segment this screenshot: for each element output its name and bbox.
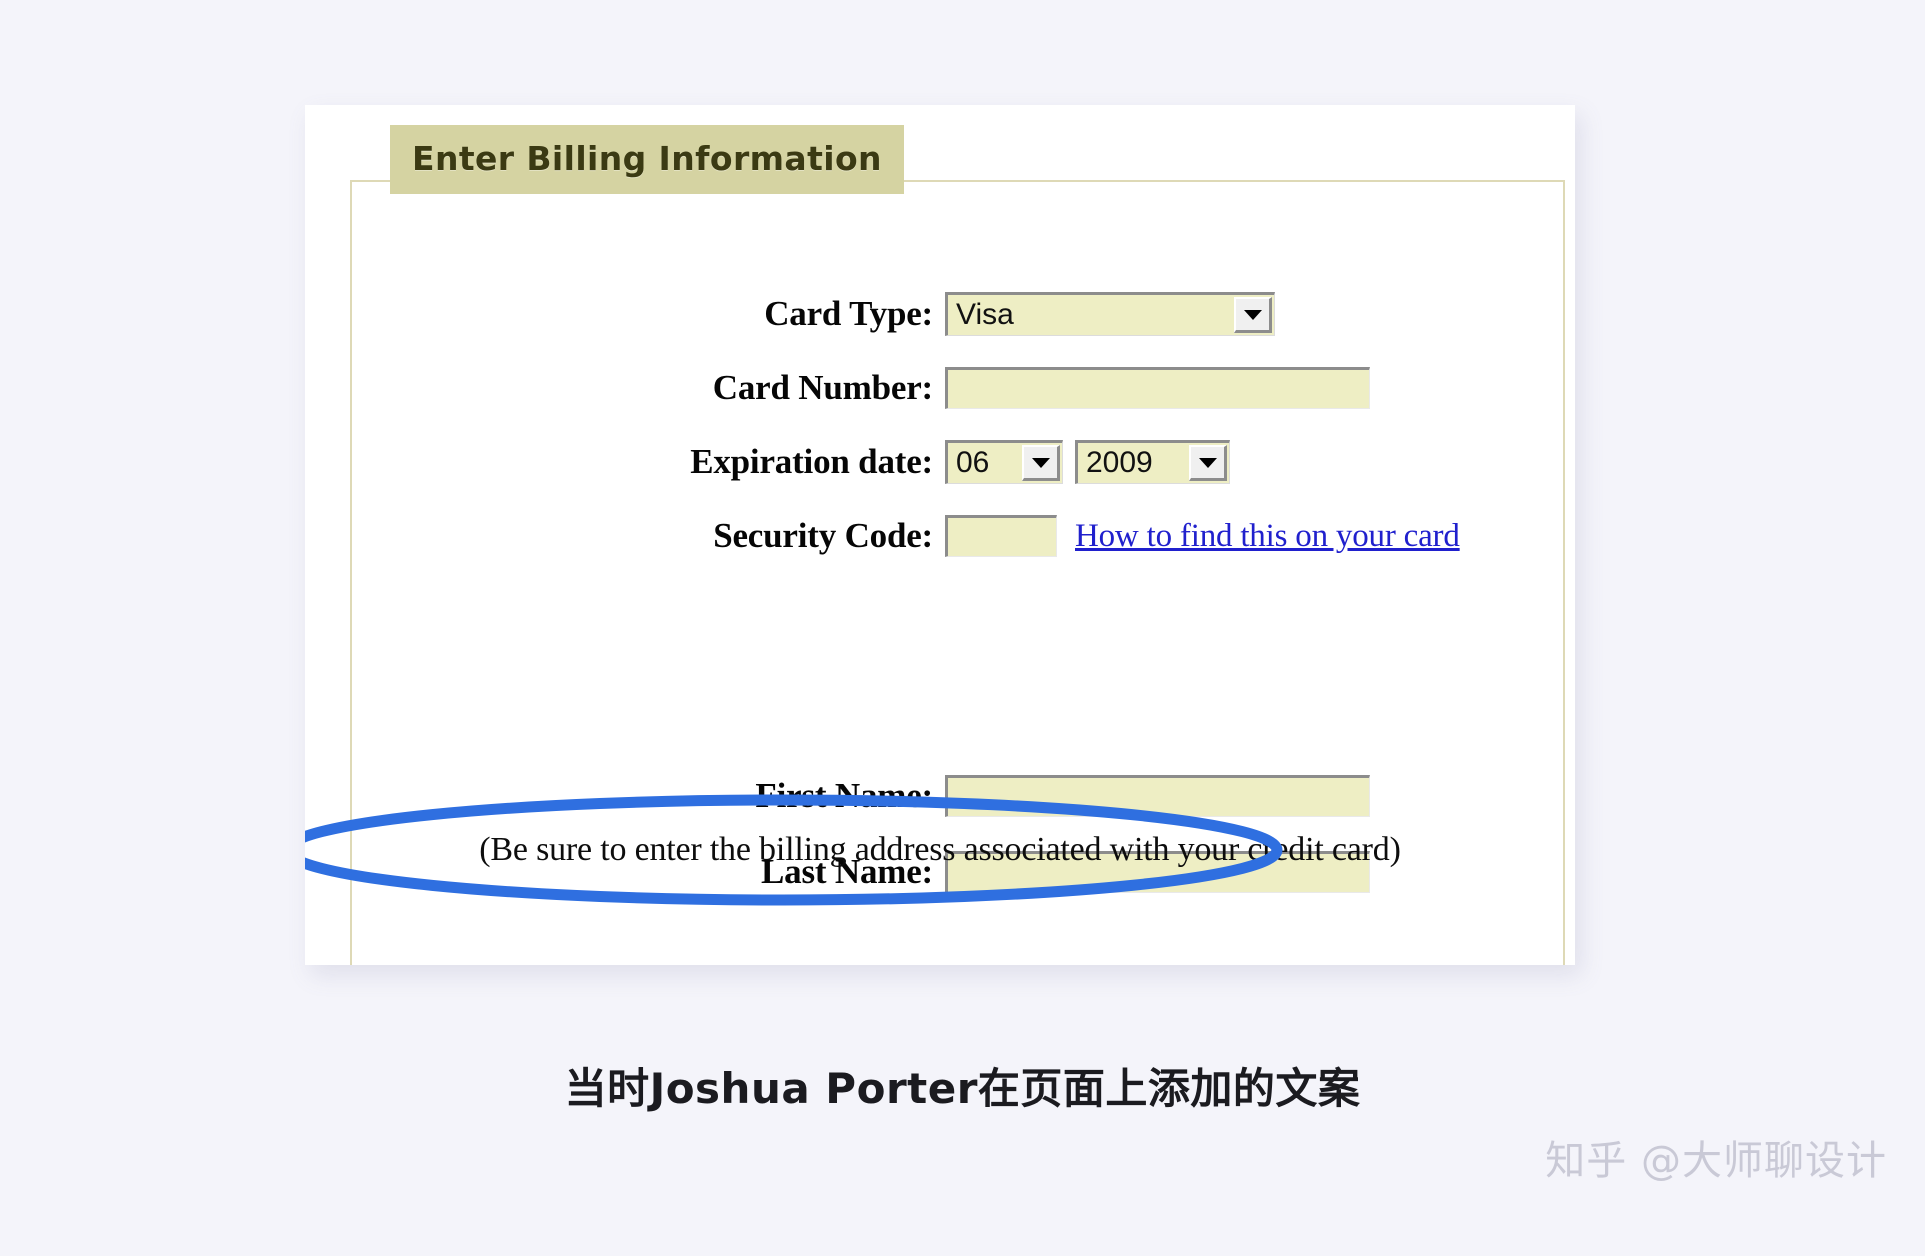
image-caption: 当时Joshua Porter在页面上添加的文案 (564, 1064, 1361, 1113)
form-row-card-type: Card Type: Visa (305, 283, 1575, 345)
screenshot-card: Enter Billing Information Card Type: Vis… (305, 105, 1575, 965)
card-type-select[interactable]: Visa (945, 292, 1275, 336)
form-row-expiration-date: Expiration date: 06 2009 (305, 431, 1575, 493)
layout-spacer (305, 579, 1575, 637)
form-row-security-code: Security Code: How to find this on your … (305, 505, 1575, 567)
billing-address-note-zone: (Be sure to enter the billing address as… (305, 794, 1575, 915)
card-type-label: Card Type: (764, 294, 933, 333)
zhihu-watermark: 知乎 @大师聊设计 (1545, 1138, 1887, 1184)
expiration-year-select[interactable]: 2009 (1075, 440, 1230, 484)
security-code-label: Security Code: (713, 516, 933, 555)
security-code-input[interactable] (945, 515, 1057, 557)
expiration-year-value: 2009 (1086, 446, 1153, 479)
chevron-down-icon[interactable] (1234, 297, 1272, 333)
chevron-down-icon[interactable] (1189, 445, 1227, 481)
expiration-month-value: 06 (956, 446, 990, 479)
card-type-value: Visa (956, 298, 1014, 331)
billing-form: Card Type: Visa Card Number: Expiration … (305, 283, 1575, 915)
fieldset-legend: Enter Billing Information (390, 125, 904, 194)
how-to-find-card-code-link[interactable]: How to find this on your card (1075, 518, 1460, 555)
expiration-month-select[interactable]: 06 (945, 440, 1063, 484)
chevron-down-icon[interactable] (1022, 445, 1060, 481)
form-row-card-number: Card Number: (305, 357, 1575, 419)
card-number-input[interactable] (945, 367, 1370, 409)
card-number-label: Card Number: (712, 368, 933, 407)
billing-address-note: (Be sure to enter the billing address as… (479, 831, 1401, 868)
expiration-date-label: Expiration date: (690, 442, 933, 481)
